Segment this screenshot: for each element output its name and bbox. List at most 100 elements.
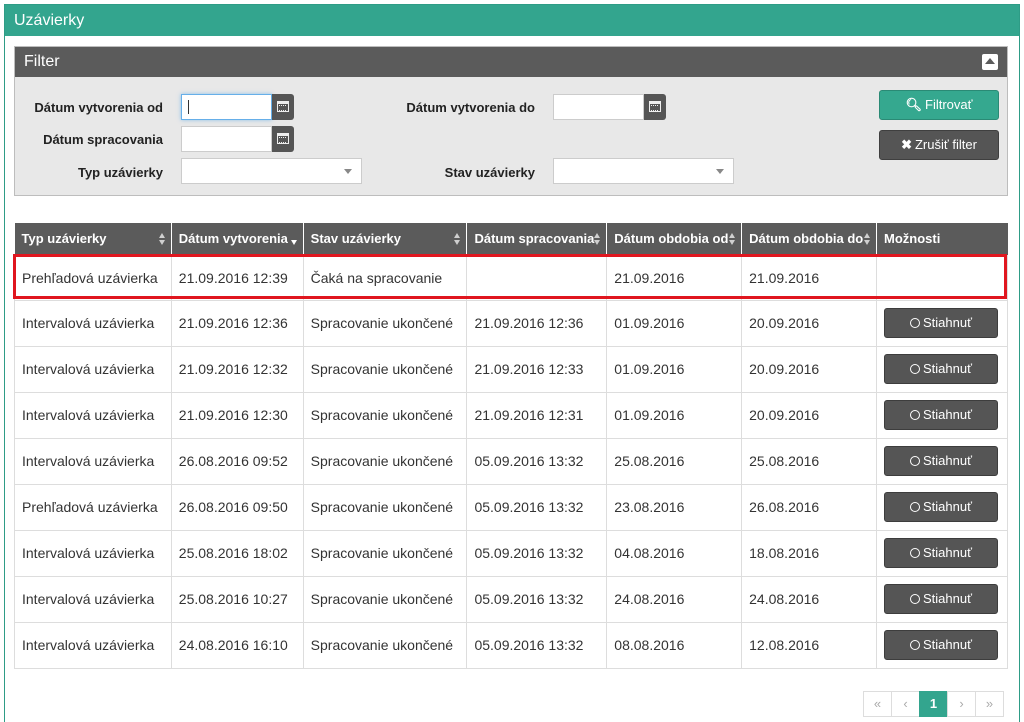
download-button[interactable]: Stiahnuť bbox=[883, 446, 998, 476]
table-cell: 25.08.2016 18:02 bbox=[170, 529, 304, 577]
table-cell: 21.09.2016 bbox=[741, 254, 877, 301]
table-cell: 21.09.2016 12:31 bbox=[466, 391, 608, 439]
pagination-prev[interactable]: ‹ bbox=[891, 691, 920, 717]
table-cell: Intervalová uzávierka bbox=[14, 575, 172, 623]
options-cell: Stiahnuť bbox=[875, 575, 1009, 623]
table-cell: 05.09.2016 13:32 bbox=[466, 437, 608, 485]
clear-filter-button[interactable]: ✖ Zrušiť filter bbox=[879, 130, 999, 160]
table-cell: Intervalová uzávierka bbox=[14, 437, 172, 485]
options-cell: Stiahnuť bbox=[875, 621, 1009, 669]
table-cell: Spracovanie ukončené bbox=[302, 483, 468, 531]
table-cell: 21.09.2016 12:30 bbox=[170, 391, 304, 439]
table-cell: 08.08.2016 bbox=[606, 621, 743, 669]
options-cell: Stiahnuť bbox=[875, 483, 1009, 531]
table-cell: 20.09.2016 bbox=[741, 345, 877, 393]
download-icon bbox=[910, 364, 920, 374]
pagination-next[interactable]: › bbox=[947, 691, 976, 717]
pagination-first[interactable]: « bbox=[863, 691, 892, 717]
table-cell: 05.09.2016 13:32 bbox=[466, 575, 608, 623]
filter-section: Filter Dátum vytvorenia od Dátum spracov… bbox=[14, 46, 1008, 196]
download-button[interactable]: Stiahnuť bbox=[883, 538, 998, 568]
download-button[interactable]: Stiahnuť bbox=[883, 400, 998, 430]
table-cell: Spracovanie ukončené bbox=[302, 391, 468, 439]
download-icon bbox=[910, 640, 920, 650]
table-cell: 18.08.2016 bbox=[741, 529, 877, 577]
table-cell: Intervalová uzávierka bbox=[14, 529, 172, 577]
table-row: Intervalová uzávierka 25.08.2016 18:02 Spr… bbox=[14, 529, 1009, 577]
table-cell: 01.09.2016 bbox=[606, 299, 743, 347]
pagination-current[interactable]: 1 bbox=[919, 691, 948, 717]
table-row: Prehľadová uzávierka 21.09.2016 12:39 Čaká… bbox=[14, 254, 1009, 301]
table-cell: 20.09.2016 bbox=[741, 299, 877, 347]
filter-button[interactable]: 🔍︎ Filtrovať bbox=[879, 90, 999, 120]
download-icon bbox=[910, 502, 920, 512]
table-cell: 21.09.2016 12:39 bbox=[170, 254, 304, 301]
search-icon: 🔍︎ bbox=[905, 97, 922, 112]
options-cell bbox=[875, 254, 1009, 301]
filter-title: Filter bbox=[24, 53, 60, 70]
closure-state-select[interactable] bbox=[553, 158, 734, 184]
table-cell: 04.08.2016 bbox=[606, 529, 743, 577]
table-cell: 25.08.2016 bbox=[606, 437, 743, 485]
options-cell: Stiahnuť bbox=[875, 529, 1009, 577]
table-row: Intervalová uzávierka 26.08.2016 09:52 Spr… bbox=[14, 437, 1009, 485]
processed-date-input[interactable] bbox=[181, 126, 272, 152]
table-cell: Intervalová uzávierka bbox=[14, 345, 172, 393]
closure-type-label: Typ uzávierky bbox=[77, 165, 163, 180]
column-header-type[interactable]: Typ uzávierky bbox=[14, 223, 172, 255]
table-cell: 26.08.2016 09:50 bbox=[170, 483, 304, 531]
table-row: Intervalová uzávierka 21.09.2016 12:32 Spr… bbox=[14, 345, 1009, 393]
download-button[interactable]: Stiahnuť bbox=[883, 630, 998, 660]
sort-desc-icon bbox=[290, 233, 298, 245]
table-cell: Spracovanie ukončené bbox=[302, 575, 468, 623]
table-cell: 26.08.2016 bbox=[741, 483, 877, 531]
table-cell: Spracovanie ukončené bbox=[302, 529, 468, 577]
table-cell: 01.09.2016 bbox=[606, 391, 743, 439]
table-row: Intervalová uzávierka 21.09.2016 12:36 Spr… bbox=[14, 299, 1009, 347]
table-cell: 23.08.2016 bbox=[606, 483, 743, 531]
text-caret bbox=[188, 100, 189, 114]
table-cell: Čaká na spracovanie bbox=[302, 254, 468, 301]
calendar-icon[interactable] bbox=[644, 94, 666, 120]
column-header-processed[interactable]: Dátum spracovania bbox=[466, 223, 608, 255]
close-icon: ✖ bbox=[901, 137, 912, 152]
table-cell: Spracovanie ukončené bbox=[302, 437, 468, 485]
column-header-state[interactable]: Stav uzávierky bbox=[303, 223, 468, 255]
table-cell: Prehľadová uzávierka bbox=[14, 483, 172, 531]
column-header-created[interactable]: Dátum vytvorenia bbox=[171, 223, 304, 255]
calendar-icon[interactable] bbox=[272, 126, 294, 152]
column-header-period-from[interactable]: Dátum obdobia od bbox=[606, 223, 743, 255]
download-button[interactable]: Stiahnuť bbox=[883, 492, 998, 522]
filter-header: Filter bbox=[15, 47, 1007, 77]
table-cell bbox=[466, 254, 608, 301]
column-header-options: Možnosti bbox=[876, 223, 1008, 255]
download-button[interactable]: Stiahnuť bbox=[883, 308, 998, 338]
collapse-icon[interactable] bbox=[982, 54, 998, 70]
download-button[interactable]: Stiahnuť bbox=[883, 354, 998, 384]
created-from-label: Dátum vytvorenia od bbox=[34, 100, 163, 115]
table-cell: 21.09.2016 bbox=[606, 254, 743, 301]
options-cell: Stiahnuť bbox=[875, 345, 1009, 393]
closure-type-select[interactable] bbox=[181, 158, 362, 184]
table-row: Prehľadová uzávierka 26.08.2016 09:50 Spra… bbox=[14, 483, 1009, 531]
panel-title: Uzávierky bbox=[5, 5, 1019, 36]
download-button[interactable]: Stiahnuť bbox=[883, 584, 998, 614]
table-cell: 01.09.2016 bbox=[606, 345, 743, 393]
table-cell: Intervalová uzávierka bbox=[14, 299, 172, 347]
created-to-input[interactable] bbox=[553, 94, 644, 120]
created-from-input[interactable] bbox=[181, 94, 272, 120]
sort-icon bbox=[158, 233, 166, 245]
options-cell: Stiahnuť bbox=[875, 299, 1009, 347]
calendar-icon[interactable] bbox=[272, 94, 294, 120]
sort-icon bbox=[594, 233, 601, 245]
column-header-period-to[interactable]: Dátum obdobia do bbox=[741, 223, 877, 255]
table-row: Intervalová uzávierka 21.09.2016 12:30 Spr… bbox=[14, 391, 1009, 439]
download-icon bbox=[910, 456, 920, 466]
sort-icon bbox=[863, 233, 871, 245]
table-header-row: Typ uzávierky Dátum vytvorenia Stav uzáv… bbox=[14, 223, 1008, 255]
table-row: Intervalová uzávierka 25.08.2016 10:27 Spr… bbox=[14, 575, 1009, 623]
table-cell: Spracovanie ukončené bbox=[302, 621, 468, 669]
table-cell: Intervalová uzávierka bbox=[14, 391, 172, 439]
pagination-last[interactable]: » bbox=[975, 691, 1004, 717]
pagination: « ‹ 1 › » bbox=[863, 691, 1004, 717]
